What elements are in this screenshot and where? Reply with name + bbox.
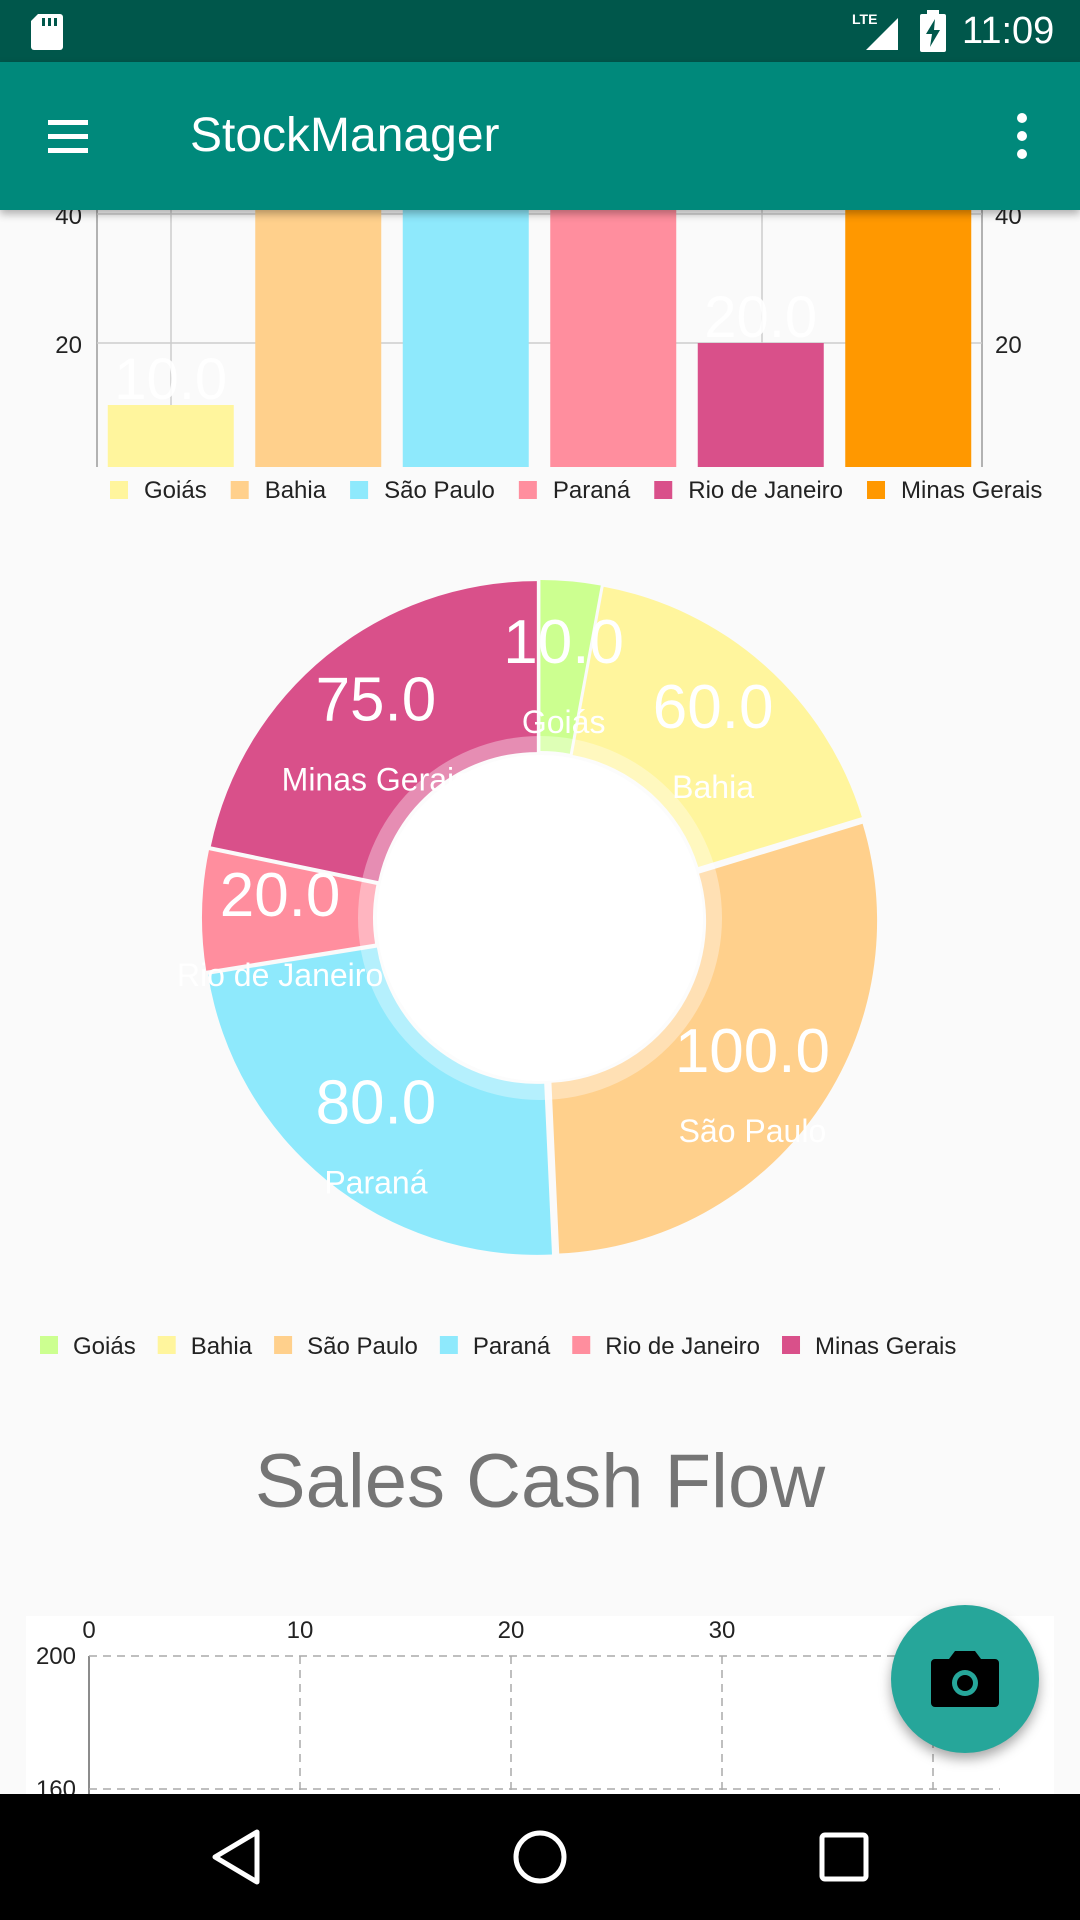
pie-value-label: 10.0 — [503, 608, 624, 677]
pie-name-label: São Paulo — [679, 1113, 827, 1149]
bar-3 — [550, 210, 677, 467]
bar-chart-ytick-right: 20 — [995, 332, 1022, 359]
pie-legend-label: Paraná — [473, 1333, 551, 1360]
bar-legend-label: Bahia — [265, 477, 327, 504]
bar-legend-swatch — [230, 481, 249, 499]
line-chart-xtick: 10 — [287, 1617, 314, 1644]
pie-name-label: Rio de Janeiro — [177, 957, 383, 993]
pie-legend-swatch — [439, 1336, 458, 1354]
bar-legend-swatch — [518, 481, 537, 499]
bar-legend-swatch — [350, 481, 369, 499]
pie-name-label: Goiás — [522, 704, 606, 740]
pie-name-label: Minas Gerais — [282, 761, 471, 797]
line-chart-ytick: 200 — [36, 1643, 76, 1670]
line-chart-xtick: 0 — [82, 1617, 95, 1644]
pie-legend-swatch — [40, 1336, 58, 1354]
bar-value-label: 10.0 — [114, 347, 227, 412]
bar-legend-swatch — [867, 481, 886, 499]
app-title: StockManager — [190, 109, 500, 162]
pie-legend-label: São Paulo — [307, 1333, 418, 1360]
pie-legend-swatch — [157, 1336, 176, 1354]
pie-center-hole — [377, 755, 703, 1081]
camera-fab-button[interactable] — [891, 1605, 1039, 1753]
recents-icon[interactable] — [809, 1822, 879, 1892]
bar-legend-label: Goiás — [144, 477, 207, 504]
pie-value-label: 80.0 — [316, 1069, 437, 1138]
camera-icon — [931, 1651, 999, 1707]
bar-legend-swatch — [654, 481, 673, 499]
app-bar: StockManager — [0, 62, 1080, 210]
bar-value-label: 20.0 — [704, 285, 817, 350]
pie-legend-swatch — [782, 1336, 801, 1354]
line-chart-xtick: 20 — [498, 1617, 525, 1644]
more-options-icon[interactable] — [1000, 108, 1044, 164]
bar-legend-label: Paraná — [553, 477, 631, 504]
pie-legend-label: Rio de Janeiro — [605, 1333, 760, 1360]
bar-2 — [402, 210, 529, 467]
bar-chart-ytick-left: 20 — [55, 332, 82, 359]
pie-value-label: 100.0 — [675, 1017, 830, 1086]
pie-value-label: 20.0 — [220, 861, 341, 930]
bar-0 — [107, 405, 234, 467]
pie-legend-label: Bahia — [191, 1333, 253, 1360]
pie-name-label: Bahia — [672, 769, 754, 805]
pie-value-label: 60.0 — [653, 673, 774, 742]
bar-legend-swatch — [110, 481, 128, 499]
bar-legend-label: Minas Gerais — [901, 477, 1042, 504]
bar-legend-label: Rio de Janeiro — [688, 477, 843, 504]
system-navigation-bar — [0, 1794, 1080, 1920]
pie-value-label: 75.0 — [316, 665, 437, 734]
pie-legend-label: Minas Gerais — [815, 1333, 956, 1360]
pie-legend-label: Goiás — [73, 1333, 136, 1360]
line-chart-xtick: 30 — [709, 1617, 736, 1644]
bar-5 — [845, 210, 972, 467]
bar-legend-label: São Paulo — [384, 477, 495, 504]
bar-1 — [255, 210, 382, 467]
sales-cash-flow-title: Sales Cash Flow — [254, 1439, 826, 1524]
bar-4 — [697, 343, 824, 467]
pie-name-label: Paraná — [324, 1165, 427, 1201]
pie-legend-swatch — [572, 1336, 591, 1354]
menu-icon[interactable] — [40, 108, 96, 164]
back-icon[interactable] — [201, 1822, 271, 1892]
pie-legend-swatch — [274, 1336, 293, 1354]
home-icon[interactable] — [505, 1822, 575, 1892]
